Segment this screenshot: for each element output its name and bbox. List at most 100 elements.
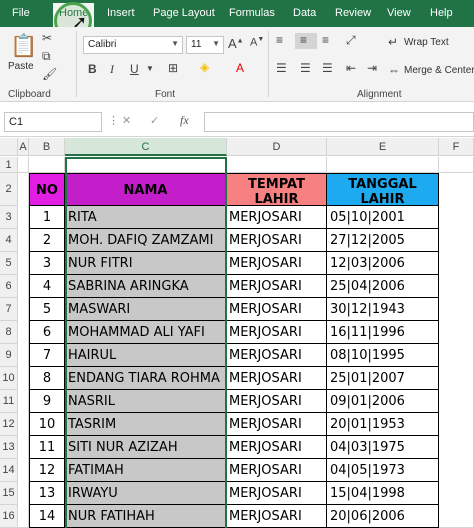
column-header-c[interactable]: C: [65, 138, 227, 156]
cell-tempat-lahir[interactable]: MERJOSARI: [227, 390, 327, 413]
row-header[interactable]: 3: [0, 206, 18, 229]
middle-align-icon[interactable]: ≡: [300, 33, 307, 47]
tab-data[interactable]: Data: [293, 7, 316, 19]
top-align-icon[interactable]: ≡: [276, 33, 283, 47]
insert-function-icon[interactable]: fx: [180, 113, 189, 128]
column-header-f[interactable]: F: [439, 138, 474, 156]
cell-no[interactable]: 5: [29, 298, 65, 321]
cell[interactable]: [29, 157, 65, 173]
cell-nama[interactable]: MOH. DAFIQ ZAMZAMI: [65, 229, 227, 252]
tab-page-layout[interactable]: Page Layout: [153, 7, 215, 19]
cell[interactable]: [327, 157, 439, 173]
cell-no[interactable]: 4: [29, 275, 65, 298]
cell-tanggal-lahir[interactable]: 25|04|2006: [327, 275, 439, 298]
row-header[interactable]: 14: [0, 459, 18, 482]
orientation-icon[interactable]: ⤢: [346, 33, 356, 48]
cell-nama[interactable]: TASRIM: [65, 413, 227, 436]
column-a-cells[interactable]: [18, 173, 29, 528]
cell-nama[interactable]: SABRINA ARINGKA: [65, 275, 227, 298]
cell-tempat-lahir[interactable]: MERJOSARI: [227, 413, 327, 436]
column-header-d[interactable]: D: [227, 138, 327, 156]
italic-icon[interactable]: I: [110, 62, 114, 77]
cell-no[interactable]: 13: [29, 482, 65, 505]
cell-nama[interactable]: HAIRUL: [65, 344, 227, 367]
cell-nama[interactable]: NUR FITRI: [65, 252, 227, 275]
enter-icon[interactable]: ✓: [150, 114, 159, 127]
cell-tanggal-lahir[interactable]: 30|12|1943: [327, 298, 439, 321]
wrap-text-icon[interactable]: ↵: [388, 35, 398, 49]
cell-no[interactable]: 14: [29, 505, 65, 528]
cell-no[interactable]: 2: [29, 229, 65, 252]
underline-icon[interactable]: U: [130, 62, 139, 76]
outdent-icon[interactable]: ⇥: [367, 61, 377, 75]
cell-tanggal-lahir[interactable]: 25|01|2007: [327, 367, 439, 390]
row-header[interactable]: 10: [0, 367, 18, 390]
paste-button-label[interactable]: Paste: [8, 61, 34, 72]
cell-nama[interactable]: IRWAYU: [65, 482, 227, 505]
tab-formulas[interactable]: Formulas: [229, 7, 275, 19]
cell-no[interactable]: 7: [29, 344, 65, 367]
borders-icon[interactable]: ⊞: [168, 61, 178, 75]
row-header[interactable]: 6: [0, 275, 18, 298]
font-size-select[interactable]: 11 ▼: [186, 36, 224, 54]
tab-file[interactable]: File: [12, 7, 30, 19]
cell-tanggal-lahir[interactable]: 27|12|2005: [327, 229, 439, 252]
cell-tempat-lahir[interactable]: MERJOSARI: [227, 206, 327, 229]
cell-tanggal-lahir[interactable]: 15|04|1998: [327, 482, 439, 505]
cell[interactable]: [227, 157, 327, 173]
cell-tempat-lahir[interactable]: MERJOSARI: [227, 459, 327, 482]
align-center-icon[interactable]: ☰: [300, 61, 311, 75]
cell-tanggal-lahir[interactable]: 20|01|1953: [327, 413, 439, 436]
wrap-text-button[interactable]: Wrap Text: [404, 37, 449, 48]
row-header[interactable]: 8: [0, 321, 18, 344]
row-header[interactable]: 16: [0, 505, 18, 528]
cell-tempat-lahir[interactable]: MERJOSARI: [227, 275, 327, 298]
column-f-cells[interactable]: [439, 173, 474, 528]
row-header[interactable]: 9: [0, 344, 18, 367]
cell-no[interactable]: 1: [29, 206, 65, 229]
chevron-down-icon[interactable]: ▼: [146, 64, 154, 73]
cell[interactable]: [439, 157, 474, 173]
cell-tempat-lahir[interactable]: MERJOSARI: [227, 229, 327, 252]
row-header[interactable]: 5: [0, 252, 18, 275]
row-header[interactable]: 7: [0, 298, 18, 321]
cell-no[interactable]: 10: [29, 413, 65, 436]
cell-c1-active[interactable]: [65, 157, 227, 173]
cell-tanggal-lahir[interactable]: 04|05|1973: [327, 459, 439, 482]
cell-nama[interactable]: NASRIL: [65, 390, 227, 413]
cell-no[interactable]: 11: [29, 436, 65, 459]
cell-no[interactable]: 9: [29, 390, 65, 413]
tab-help[interactable]: Help: [430, 7, 453, 19]
cell-no[interactable]: 12: [29, 459, 65, 482]
cell-tempat-lahir[interactable]: MERJOSARI: [227, 436, 327, 459]
cell-tanggal-lahir[interactable]: 05|10|2001: [327, 206, 439, 229]
tab-review[interactable]: Review: [335, 7, 371, 19]
increase-font-icon[interactable]: A▲: [228, 36, 244, 51]
header-nama[interactable]: NAMA: [65, 173, 227, 206]
cell-tanggal-lahir[interactable]: 09|01|2006: [327, 390, 439, 413]
row-header[interactable]: 1: [0, 157, 18, 173]
paste-icon[interactable]: 📋: [10, 33, 37, 59]
column-header-b[interactable]: B: [29, 138, 65, 156]
cell-no[interactable]: 6: [29, 321, 65, 344]
row-header[interactable]: 4: [0, 229, 18, 252]
cell-tanggal-lahir[interactable]: 12|03|2006: [327, 252, 439, 275]
row-header[interactable]: 11: [0, 390, 18, 413]
cell-no[interactable]: 3: [29, 252, 65, 275]
name-box[interactable]: C1: [4, 112, 102, 132]
cell-nama[interactable]: NUR FATIHAH: [65, 505, 227, 528]
cell-nama[interactable]: FATIMAH: [65, 459, 227, 482]
cell-tempat-lahir[interactable]: MERJOSARI: [227, 367, 327, 390]
cell[interactable]: [18, 157, 29, 173]
row-header[interactable]: 2: [0, 173, 18, 206]
cell-nama[interactable]: SITI NUR AZIZAH: [65, 436, 227, 459]
fill-color-icon[interactable]: ◈: [200, 60, 209, 74]
formula-input[interactable]: [204, 112, 474, 132]
cell-no[interactable]: 8: [29, 367, 65, 390]
cell-tanggal-lahir[interactable]: 08|10|1995: [327, 344, 439, 367]
merge-center-icon[interactable]: ⇔: [388, 63, 400, 77]
merge-center-button[interactable]: Merge & Center: [404, 65, 474, 76]
cell-tempat-lahir[interactable]: MERJOSARI: [227, 298, 327, 321]
font-color-icon[interactable]: A: [236, 61, 244, 75]
cell-nama[interactable]: MOHAMMAD ALI YAFI: [65, 321, 227, 344]
